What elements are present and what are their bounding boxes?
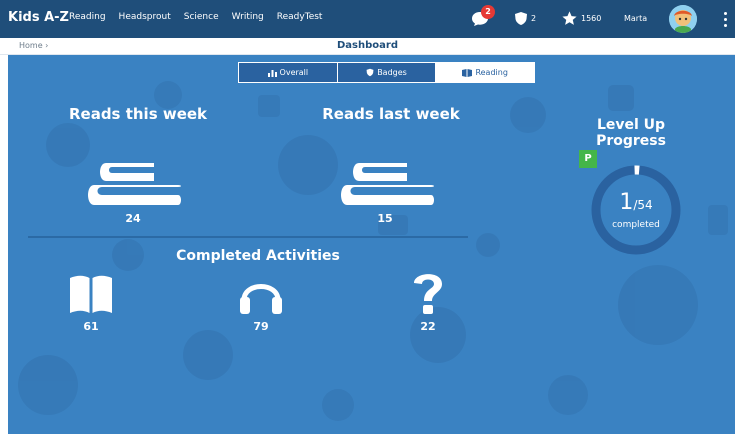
completed-quizzes-value: 22 bbox=[420, 320, 436, 333]
avatar-image bbox=[669, 5, 697, 33]
progress-total: /54 bbox=[633, 198, 653, 212]
breadcrumb-bar: Home › Dashboard bbox=[0, 38, 735, 55]
badges-count: 2 bbox=[531, 14, 537, 23]
tab-overall[interactable]: Overall bbox=[239, 63, 338, 82]
nav-headsprout[interactable]: Headsprout bbox=[119, 12, 171, 22]
nav-reading[interactable]: Reading bbox=[69, 12, 106, 22]
level-up-progress-title: Level Up Progress bbox=[596, 117, 666, 149]
section-divider bbox=[28, 236, 468, 238]
book-icon bbox=[462, 68, 473, 77]
stars-count: 1560 bbox=[581, 14, 602, 23]
tab-badges[interactable]: Badges bbox=[337, 63, 437, 82]
nav-readytest[interactable]: ReadyTest bbox=[277, 12, 323, 22]
books-stack-icon bbox=[341, 163, 434, 205]
progress-value: 1/54 bbox=[606, 190, 666, 215]
reads-last-week-value: 15 bbox=[377, 212, 393, 225]
avatar[interactable] bbox=[669, 5, 697, 33]
open-book-icon bbox=[70, 275, 112, 313]
top-bar: Kids A-Z Reading Headsprout Science Writ… bbox=[0, 0, 735, 38]
tab-reading[interactable]: Reading bbox=[436, 63, 535, 82]
main-nav: Reading Headsprout Science Writing Ready… bbox=[69, 12, 322, 22]
question-mark-icon bbox=[414, 274, 442, 314]
nav-science[interactable]: Science bbox=[184, 12, 219, 22]
reads-this-week-title: Reads this week bbox=[68, 105, 208, 123]
messages-count-badge: 2 bbox=[481, 5, 495, 19]
tab-reading-label: Reading bbox=[475, 68, 508, 77]
page-title: Dashboard bbox=[337, 40, 398, 51]
progress-current: 1 bbox=[619, 190, 634, 215]
shield-icon[interactable] bbox=[514, 11, 528, 26]
dashboard-tabs: Overall Badges Reading bbox=[238, 62, 535, 83]
completed-listens-value: 79 bbox=[253, 320, 269, 333]
progress-label: completed bbox=[612, 220, 660, 230]
books-stack-icon bbox=[88, 163, 181, 205]
headphones-icon bbox=[240, 284, 282, 314]
reads-this-week-value: 24 bbox=[125, 212, 141, 225]
tab-badges-label: Badges bbox=[377, 68, 407, 77]
star-icon[interactable] bbox=[561, 10, 578, 27]
brand-logo[interactable]: Kids A-Z bbox=[8, 10, 69, 25]
nav-writing[interactable]: Writing bbox=[232, 12, 264, 22]
shield-icon bbox=[366, 68, 374, 77]
completed-activities-title: Completed Activities bbox=[176, 248, 340, 264]
user-name[interactable]: Marta bbox=[624, 14, 647, 23]
bar-chart-icon bbox=[267, 69, 277, 77]
tab-overall-label: Overall bbox=[279, 68, 309, 77]
reads-last-week-title: Reads last week bbox=[322, 105, 460, 123]
completed-books-value: 61 bbox=[83, 320, 99, 333]
dashboard-panel: Overall Badges Reading Reads this week 2… bbox=[8, 55, 735, 434]
more-menu-icon[interactable] bbox=[722, 9, 728, 29]
